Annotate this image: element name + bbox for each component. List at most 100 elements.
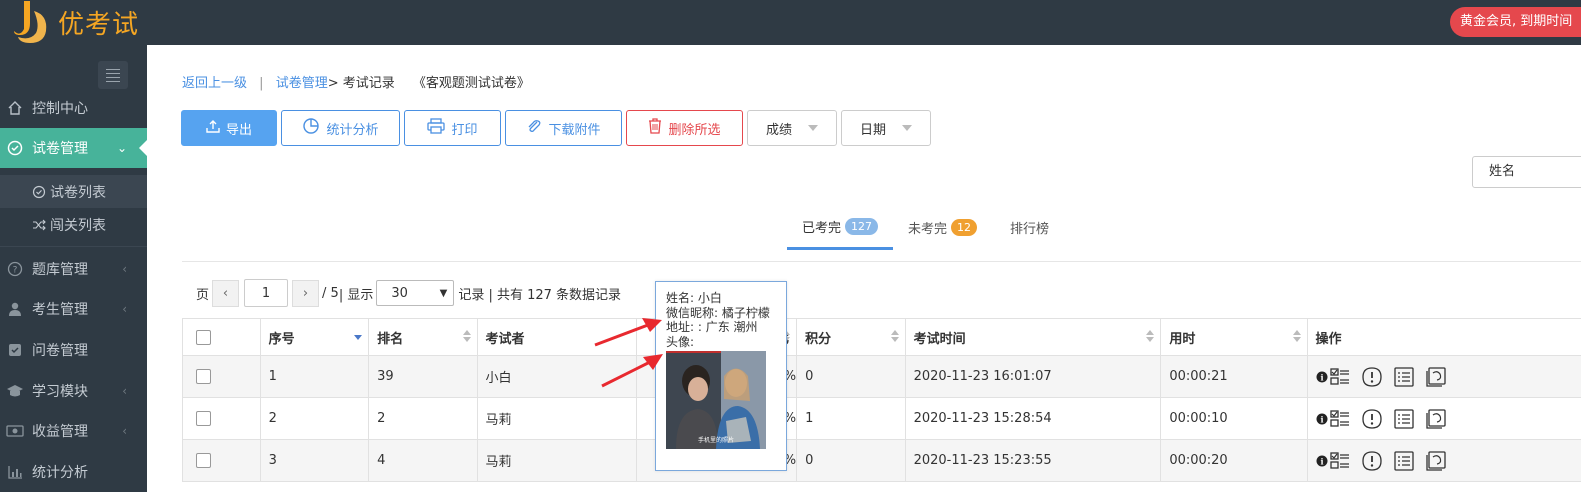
tab-ranking[interactable]: 排行榜: [1010, 205, 1049, 250]
tab-incomplete[interactable]: 未考完 12: [908, 205, 978, 250]
table-row[interactable]: 22马莉2.9%12020-11-23 15:28:5400:00:10i: [182, 397, 1581, 440]
sidebar-item-dashboard[interactable]: 控制中心: [0, 88, 147, 128]
cell-name: 马莉: [476, 439, 638, 482]
list-icon[interactable]: [1393, 366, 1414, 387]
column-header[interactable]: 考试时间: [904, 318, 1162, 356]
delete-selected-button[interactable]: 删除所选: [626, 110, 743, 146]
table-row[interactable]: 34马莉2.9%02020-11-23 15:23:5500:00:20i: [182, 439, 1581, 482]
answer-detail-icon[interactable]: [1329, 451, 1350, 471]
cell-dur: 00:00:20: [1160, 439, 1308, 482]
print-button[interactable]: 打印: [404, 110, 501, 146]
info-icon[interactable]: i: [1316, 409, 1350, 429]
question-circle-icon: ?: [6, 260, 24, 278]
sidebar-item-revenue[interactable]: 收益管理 ‹: [0, 411, 147, 451]
back-link[interactable]: 返回上一级: [182, 76, 247, 91]
top-bar: 优考试 黄金会员, 到期时间: [0, 0, 1581, 45]
tab-label: 已考完: [801, 220, 841, 236]
row-checkbox[interactable]: [196, 411, 211, 426]
breadcrumb-current: > 考试记录: [327, 76, 395, 91]
alert-icon[interactable]: [1361, 408, 1382, 429]
download-attachments-button[interactable]: 下载附件: [505, 110, 622, 146]
answer-detail-icon[interactable]: [1329, 409, 1350, 429]
cell-actions: i: [1306, 397, 1581, 440]
breadcrumb: 返回上一级 | 试卷管理> 考试记录 《客观题测试试卷》: [182, 72, 530, 91]
cell-rank: 2: [368, 397, 478, 440]
row-checkbox[interactable]: [196, 453, 211, 468]
stats-button[interactable]: 统计分析: [281, 110, 400, 146]
candidate-tooltip: 姓名: 小白 微信昵称: 橘子柠檬 地址: : 广东 潮州 头像: 手机里的照片: [655, 281, 787, 471]
prev-page-button[interactable]: ‹: [212, 279, 240, 307]
avatar-photo-icon: 手机里的照片: [666, 351, 766, 449]
trash-icon: [648, 118, 662, 138]
menu-toggle-icon[interactable]: [98, 61, 128, 89]
sidebar: 控制中心 试卷管理 ⌄ 试卷列表 闯关列表 ? 题库管理 ‹ 考生管理 ‹ 问卷…: [0, 45, 147, 492]
search-field-select[interactable]: 姓名: [1472, 156, 1581, 188]
select-cell: [182, 355, 261, 398]
column-header: 操作: [1306, 318, 1581, 356]
export-button[interactable]: 导出: [181, 110, 277, 146]
list-icon[interactable]: [1393, 450, 1414, 471]
sort-icon: [462, 330, 471, 342]
cell-time: 2020-11-23 15:23:55: [904, 439, 1162, 482]
sidebar-item-label: 问卷管理: [32, 343, 88, 359]
header-label: 考试者: [485, 331, 525, 347]
chevron-down-icon: ⌄: [116, 141, 127, 155]
upload-icon: [206, 119, 220, 137]
sidebar-item-statistics[interactable]: 统计分析: [0, 452, 147, 492]
next-page-button[interactable]: ›: [292, 279, 320, 307]
chevron-left-icon: ‹: [122, 302, 127, 316]
column-header[interactable]: 排名: [368, 318, 478, 356]
cell-score: 0: [796, 355, 906, 398]
sidebar-item-label: 题库管理: [32, 262, 88, 278]
column-header[interactable]: 序号: [259, 318, 370, 356]
column-header[interactable]: 用时: [1160, 318, 1308, 356]
alert-icon[interactable]: [1361, 450, 1382, 471]
paper-manage-link[interactable]: 试卷管理: [276, 76, 328, 91]
cell-no: 1: [259, 355, 370, 398]
info-icon[interactable]: i: [1316, 367, 1350, 387]
sidebar-item-learning[interactable]: 学习模块 ‹: [0, 371, 147, 411]
info-icon[interactable]: i: [1316, 451, 1350, 471]
sidebar-item-candidates[interactable]: 考生管理 ‹: [0, 289, 147, 329]
tooltip-nickname: 微信昵称: 橘子柠檬: [666, 305, 770, 320]
answer-detail-icon[interactable]: [1329, 367, 1350, 387]
review-icon[interactable]: [1425, 450, 1446, 471]
review-icon[interactable]: [1425, 366, 1446, 387]
sidebar-item-papers[interactable]: 试卷管理 ⌄: [0, 128, 147, 168]
cell-score: 0: [796, 439, 906, 482]
date-dropdown[interactable]: 日期: [841, 110, 931, 146]
sidebar-item-label: 控制中心: [32, 101, 88, 117]
tab-completed[interactable]: 已考完 127: [787, 205, 893, 250]
sidebar-item-survey[interactable]: 问卷管理: [0, 330, 147, 370]
photo-caption: 手机里的照片: [698, 436, 734, 444]
print-label: 打印: [451, 122, 478, 138]
sidebar-item-label: 统计分析: [32, 465, 88, 481]
chevron-left-icon: ‹: [122, 424, 127, 438]
row-checkbox[interactable]: [196, 369, 211, 384]
pager-label: 页: [196, 287, 210, 303]
table-row[interactable]: 139小白0.7%02020-11-23 16:01:0700:00:21i: [182, 355, 1581, 398]
sidebar-subitem-level-list[interactable]: 闯关列表: [0, 208, 147, 241]
column-header[interactable]: 考试者: [476, 318, 638, 356]
logo-icon: [10, 0, 50, 45]
score-dropdown[interactable]: 成绩: [747, 110, 837, 146]
tooltip-name: 姓名: 小白: [666, 291, 722, 305]
sidebar-subitem-paper-list[interactable]: 试卷列表: [0, 175, 147, 208]
check-circle-icon: [32, 185, 46, 199]
alert-icon[interactable]: [1361, 366, 1382, 387]
review-icon[interactable]: [1425, 408, 1446, 429]
delete-label: 删除所选: [668, 122, 721, 138]
chevron-left-icon: ‹: [122, 384, 127, 398]
page-total: / 5: [322, 285, 339, 301]
page-size-select[interactable]: 30 ▼: [376, 280, 455, 306]
column-header[interactable]: 积分: [796, 318, 906, 356]
vip-badge[interactable]: 黄金会员, 到期时间: [1450, 7, 1581, 37]
page-number-input[interactable]: 1: [244, 279, 289, 307]
select-all-checkbox[interactable]: [196, 329, 211, 345]
header-label: 考试时间: [913, 331, 966, 347]
chevron-down-icon: ▼: [439, 287, 448, 299]
logo[interactable]: 优考试: [10, 0, 139, 45]
sidebar-item-questions[interactable]: ? 题库管理 ‹: [0, 249, 147, 289]
cell-rank: 39: [368, 355, 478, 398]
list-icon[interactable]: [1393, 408, 1414, 429]
